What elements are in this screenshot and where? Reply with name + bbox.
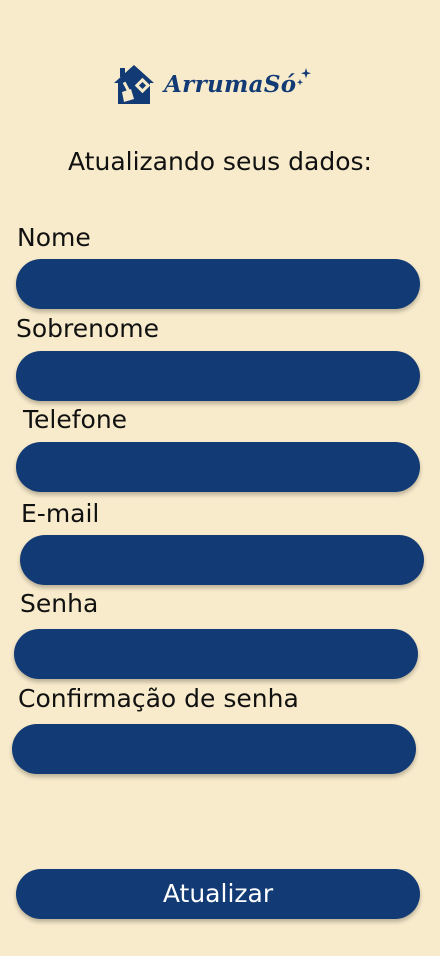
sparkle-icon [296,68,311,86]
app-logo: ArrumaSó [112,62,317,110]
house-broom-icon [114,65,154,104]
field-label-telefone: Telefone [23,405,128,434]
logo-text: ArrumaSó [164,71,297,98]
field-label-nome: Nome [17,223,91,252]
atualizar-button[interactable]: Atualizar [16,869,420,919]
sobrenome-input[interactable] [16,351,420,401]
senha-input[interactable] [14,629,418,679]
telefone-input[interactable] [16,442,420,492]
field-label-sobrenome: Sobrenome [16,314,160,343]
field-label-confirmacao-senha: Confirmação de senha [18,684,299,713]
nome-input[interactable] [16,259,420,309]
field-label-email: E-mail [21,499,100,528]
email-input[interactable] [20,535,424,585]
confirmacao-senha-input[interactable] [12,724,416,774]
page-title: Atualizando seus dados: [68,147,372,176]
field-label-senha: Senha [20,589,99,618]
